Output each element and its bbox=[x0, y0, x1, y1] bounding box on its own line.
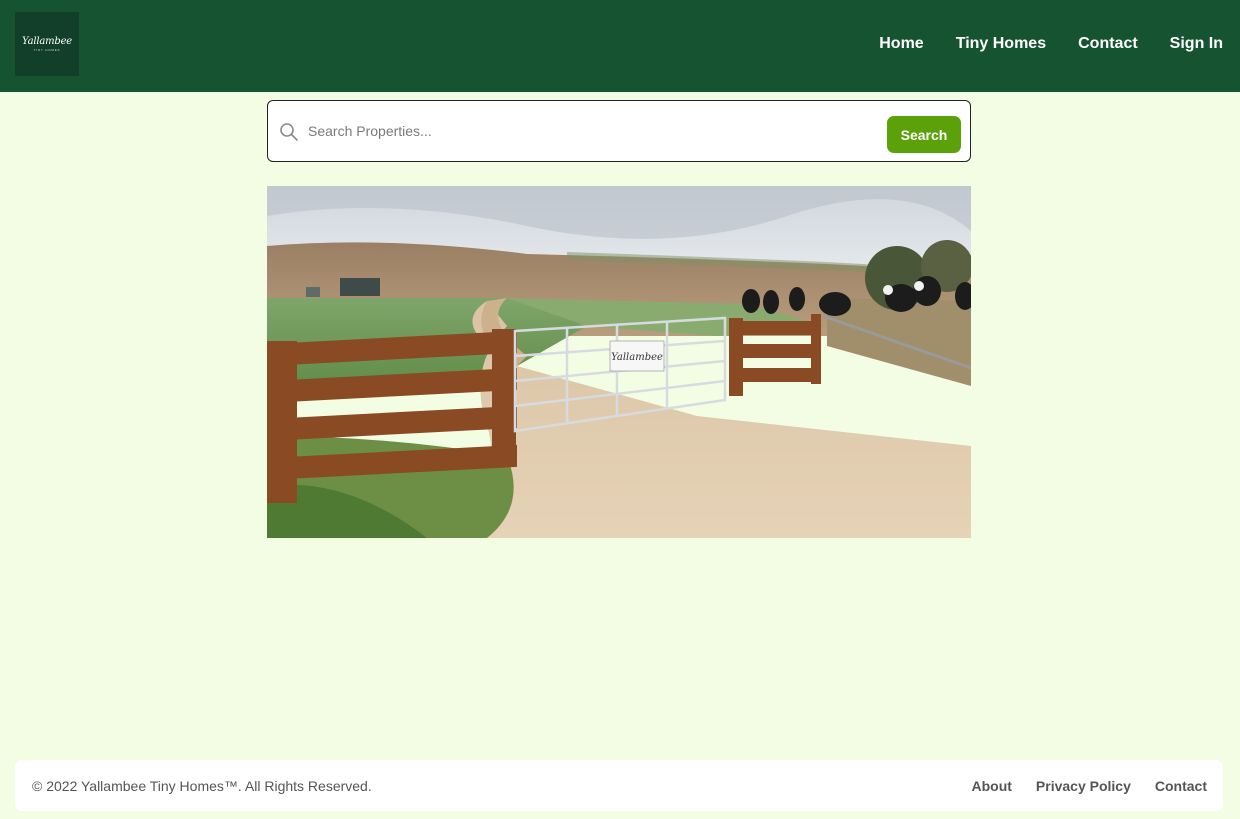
farm-gate-photo: Yallambee bbox=[267, 186, 971, 538]
footer-link-contact[interactable]: Contact bbox=[1155, 778, 1207, 794]
search-bar: Search bbox=[267, 100, 971, 162]
hero-image: Yallambee bbox=[267, 186, 971, 538]
brand-logo[interactable]: Yallambee Tiny Homes bbox=[15, 12, 79, 76]
logo-subtext: Tiny Homes bbox=[33, 48, 61, 52]
site-header: Yallambee Tiny Homes Home Tiny Homes Con… bbox=[0, 0, 1240, 92]
nav-sign-in[interactable]: Sign In bbox=[1170, 34, 1223, 54]
page: Yallambee Tiny Homes Home Tiny Homes Con… bbox=[0, 0, 1240, 819]
search-button[interactable]: Search bbox=[887, 116, 961, 153]
nav-contact[interactable]: Contact bbox=[1078, 34, 1138, 54]
footer-links: About Privacy Policy Contact bbox=[971, 778, 1207, 794]
site-footer: © 2022 Yallambee Tiny Homes™. All Rights… bbox=[15, 760, 1223, 811]
search-input[interactable] bbox=[308, 117, 868, 145]
logo-text: Yallambee bbox=[21, 36, 73, 47]
gate-sign-text: Yallambee bbox=[611, 352, 663, 363]
main-nav: Home Tiny Homes Contact Sign In bbox=[879, 34, 1223, 54]
nav-home[interactable]: Home bbox=[879, 34, 923, 54]
search-icon bbox=[280, 123, 298, 141]
copyright-text: © 2022 Yallambee Tiny Homes™. All Rights… bbox=[32, 778, 372, 794]
footer-link-privacy-policy[interactable]: Privacy Policy bbox=[1036, 778, 1131, 794]
footer-link-about[interactable]: About bbox=[971, 778, 1011, 794]
nav-tiny-homes[interactable]: Tiny Homes bbox=[956, 34, 1046, 54]
